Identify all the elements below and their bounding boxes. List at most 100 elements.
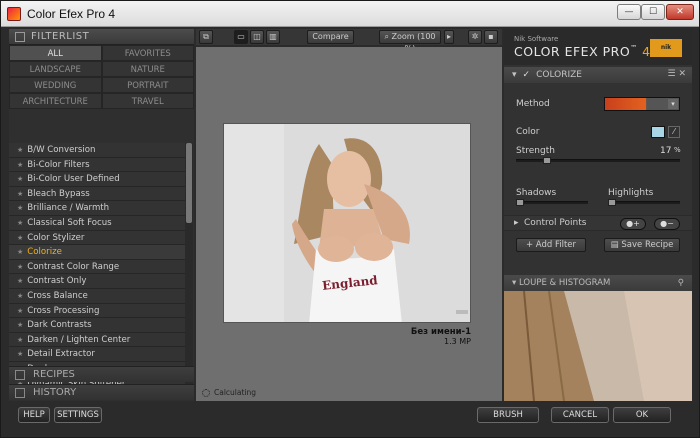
favorite-star-icon[interactable]: ★ (17, 350, 23, 358)
filter-list-item[interactable]: ★ Bi-Color Filters (9, 157, 185, 173)
favorite-star-icon[interactable]: ★ (17, 292, 23, 300)
save-icon: ▤ (610, 240, 622, 250)
favorite-star-icon[interactable]: ★ (17, 321, 23, 329)
minimize-button[interactable]: — (617, 4, 641, 20)
cancel-button[interactable]: CANCEL (551, 407, 609, 423)
filter-categories: ALL FAVORITES LANDSCAPE NATURE WEDDING P… (9, 45, 194, 109)
preview-canvas[interactable]: England Без имени-1 1.3 MP Calculating (196, 47, 502, 401)
category-portrait[interactable]: PORTRAIT (101, 77, 194, 93)
filter-list-item[interactable]: ★ Classical Soft Focus (9, 215, 185, 231)
category-travel[interactable]: TRAVEL (101, 93, 194, 109)
status-area: Calculating (202, 388, 256, 397)
toggle-panel-icon[interactable]: ⧉ (199, 30, 213, 44)
zoom-menu-icon[interactable]: ▸ (444, 30, 454, 44)
compare-button[interactable]: Compare (307, 30, 354, 44)
favorite-star-icon[interactable]: ★ (17, 204, 23, 212)
filter-name-label: Cross Processing (27, 305, 100, 316)
filter-list-item[interactable]: ★ Bi-Color User Defined (9, 172, 185, 187)
filterlist-title: FILTERLIST (31, 31, 90, 42)
strength-slider[interactable] (516, 157, 680, 164)
help-button[interactable]: HELP (18, 407, 50, 423)
shadows-label: Shadows (516, 188, 557, 198)
strength-slider-knob[interactable] (543, 157, 551, 164)
product-name: COLOR EFEX PRO™ 4 (514, 44, 651, 59)
zoom-button[interactable]: ⌕ Zoom (100 %) (379, 30, 441, 53)
close-button[interactable]: ✕ (666, 4, 694, 20)
filter-list-item[interactable]: ★ B/W Conversion (9, 143, 185, 158)
filter-list-item[interactable]: ★ Detail Extractor (9, 347, 185, 362)
recipes-panel[interactable]: RECIPES (9, 366, 194, 382)
pin-icon[interactable]: ⚲ (678, 275, 684, 291)
method-select[interactable]: ▾ (604, 97, 680, 111)
strength-value: 17 (660, 146, 672, 156)
shadows-slider-knob[interactable] (516, 199, 524, 206)
settings-button[interactable]: SETTINGS (54, 407, 102, 423)
filter-name-label: Contrast Color Range (27, 261, 120, 272)
favorite-star-icon[interactable]: ★ (17, 146, 23, 154)
enable-checkmark-icon[interactable]: ✓ (523, 70, 531, 80)
filter-list-item[interactable]: ★ Contrast Only (9, 274, 185, 289)
color-swatch[interactable] (651, 126, 665, 138)
side-by-side-view-icon[interactable]: ▥ (266, 30, 280, 44)
filter-list-item[interactable]: ★ Cross Balance (9, 288, 185, 304)
filter-list-item[interactable]: ★ Darken / Lighten Center (9, 332, 185, 348)
filter-list-scrollbar[interactable] (185, 143, 193, 391)
split-view-icon[interactable]: ◫ (250, 30, 264, 44)
filterlist-panel: FILTERLIST ALL FAVORITES LANDSCAPE NATUR… (9, 29, 194, 401)
shadows-slider[interactable] (516, 199, 588, 206)
favorite-star-icon[interactable]: ★ (17, 307, 23, 315)
add-control-point-icon[interactable]: ●+ (620, 218, 646, 230)
magnifier-icon: ⌕ (384, 32, 392, 41)
filterlist-icon (15, 31, 25, 42)
brush-button[interactable]: BRUSH (477, 407, 539, 423)
filter-menu-icon[interactable]: ☰ ✕ (668, 69, 686, 79)
favorite-star-icon[interactable]: ★ (17, 175, 23, 183)
background-light-icon[interactable]: ✲ (468, 30, 482, 44)
favorite-star-icon[interactable]: ★ (17, 336, 23, 344)
filter-name-label: Darken / Lighten Center (27, 334, 131, 345)
favorite-star-icon[interactable]: ★ (17, 234, 23, 242)
highlights-slider[interactable] (608, 199, 680, 206)
colorize-header[interactable]: ▾ ✓ COLORIZE ☰ ✕ (504, 67, 692, 83)
collapse-arrow-icon[interactable]: ▾ (512, 278, 519, 288)
collapse-arrow-icon[interactable]: ▾ (512, 70, 517, 80)
loupe-header[interactable]: ▾ LOUPE & HISTOGRAM ⚲ (504, 275, 692, 291)
category-favorites[interactable]: FAVORITES (101, 45, 194, 61)
category-nature[interactable]: NATURE (101, 61, 194, 77)
favorite-star-icon[interactable]: ★ (17, 161, 23, 169)
app-icon (7, 7, 21, 21)
filter-list-item[interactable]: ★ Dark Contrasts (9, 318, 185, 333)
category-architecture[interactable]: ARCHITECTURE (9, 93, 102, 109)
favorite-star-icon[interactable]: ★ (17, 248, 23, 256)
history-panel[interactable]: HISTORY (9, 384, 194, 400)
single-view-icon[interactable]: ▭ (234, 30, 248, 44)
background-dark-icon[interactable]: ▪ (484, 30, 498, 44)
category-landscape[interactable]: LANDSCAPE (9, 61, 102, 77)
highlights-slider-knob[interactable] (608, 199, 616, 206)
filter-list-item[interactable]: ★ Contrast Color Range (9, 259, 185, 275)
eyedropper-icon[interactable]: ⁄ (668, 126, 680, 138)
portrait-photo (224, 124, 470, 322)
filter-list-item[interactable]: ★ Color Stylizer (9, 230, 185, 246)
category-wedding[interactable]: WEDDING (9, 77, 102, 93)
favorite-star-icon[interactable]: ★ (17, 219, 23, 227)
expand-arrow-icon[interactable]: ▸ (514, 218, 519, 228)
favorite-star-icon[interactable]: ★ (17, 277, 23, 285)
filter-list-item[interactable]: ★ Brilliance / Warmth (9, 201, 185, 216)
ok-button[interactable]: OK (613, 407, 671, 423)
image-title: Без имени-1 (410, 327, 471, 337)
filterlist-header[interactable]: FILTERLIST (9, 29, 194, 45)
remove-control-point-icon[interactable]: ●− (654, 218, 680, 230)
favorite-star-icon[interactable]: ★ (17, 263, 23, 271)
scrollbar-thumb[interactable] (186, 143, 192, 223)
maximize-button[interactable]: ☐ (641, 4, 665, 20)
category-all[interactable]: ALL (9, 45, 102, 61)
spinner-icon (202, 388, 210, 397)
save-recipe-button[interactable]: ▤ Save Recipe (604, 238, 680, 252)
filter-list-item[interactable]: ★ Bleach Bypass (9, 186, 185, 202)
brand-header: Nik Software COLOR EFEX PRO™ 4 nik (504, 29, 692, 65)
filter-list-item[interactable]: ★ Colorize (9, 245, 185, 260)
filter-list-item[interactable]: ★ Cross Processing (9, 303, 185, 319)
favorite-star-icon[interactable]: ★ (17, 190, 23, 198)
add-filter-button[interactable]: + Add Filter (516, 238, 586, 252)
